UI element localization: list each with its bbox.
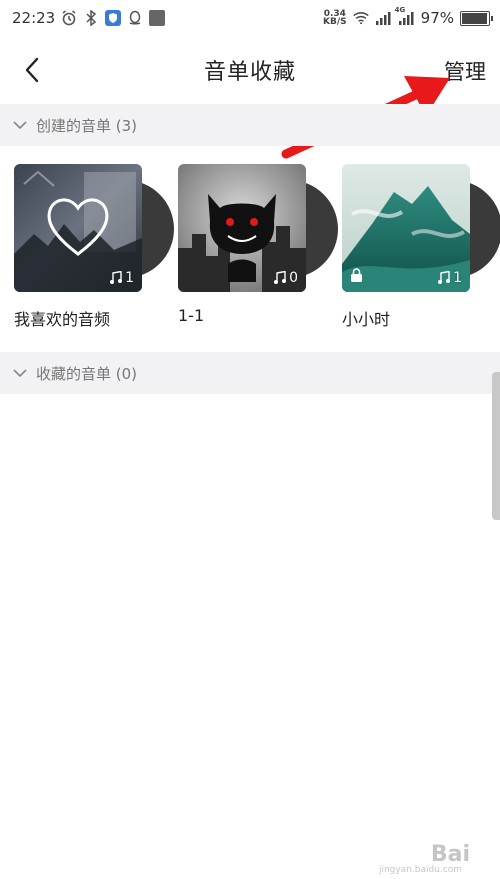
created-section-label: 创建的音单 (3) [36,116,138,135]
network-speed: 0.34 KB/S [323,9,347,27]
music-note-icon [110,271,123,284]
shield-app-icon [105,10,122,26]
watermark-url: jingyan.baidu.com [378,865,462,875]
track-count: 1 [109,270,134,286]
battery-icon [460,10,493,26]
signal-icon-1 [375,10,391,26]
playlist-name: 我喜欢的音频 [14,310,111,329]
signal-4g-icon: 4G [395,6,415,26]
status-time: 22:23 [12,9,56,27]
alarm-icon [61,10,77,26]
chevron-down-icon [12,364,30,382]
playlist-cover: 0 [178,164,306,292]
playlist-name: 1-1 [178,306,205,325]
playlist-cover: 1 [14,164,142,292]
chevron-left-icon [25,57,39,83]
playlist-name: 小小时 [342,310,391,329]
back-button[interactable] [14,52,50,88]
wifi-icon [352,10,369,26]
scrollbar[interactable] [492,372,500,520]
playlist-cover: 1 [342,164,470,292]
app-square-icon [149,10,166,26]
qq-icon [127,10,143,26]
track-count: 1 [437,270,462,286]
bluetooth-icon [83,10,99,26]
collected-section-label: 收藏的音单 (0) [36,364,138,383]
battery-percent: 97% [420,9,454,27]
music-note-icon [274,271,287,284]
status-bar: 22:23 0.34 KB/S 4G 97% [0,0,500,36]
lock-icon [350,267,363,286]
track-count: 0 [273,270,298,286]
created-playlists-header[interactable]: 创建的音单 (3) [0,104,500,146]
music-note-icon [438,271,451,284]
playlist-grid: 1 我喜欢的音频 0 1-1 1 小小时 [0,146,500,352]
watermark: Bai [430,842,470,867]
chevron-down-icon [12,116,30,134]
collected-playlists-header[interactable]: 收藏的音单 (0) [0,352,500,394]
